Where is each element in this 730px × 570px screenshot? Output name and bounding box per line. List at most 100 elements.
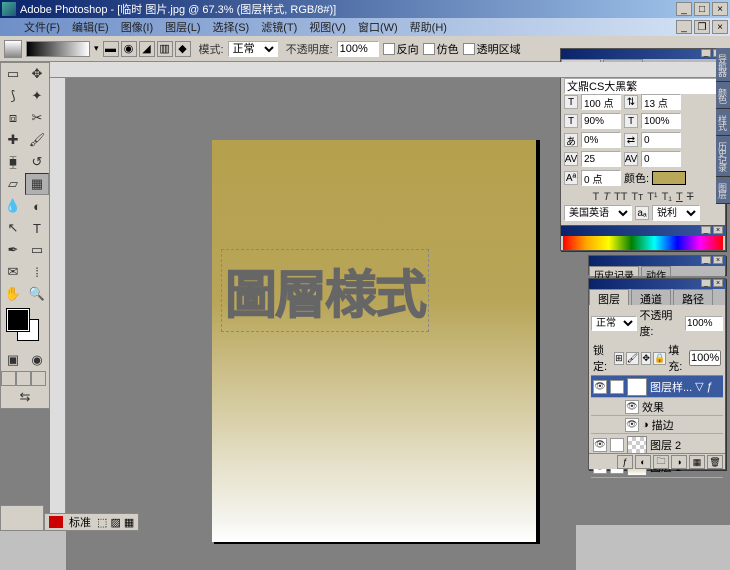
doc-minimize[interactable]: _ xyxy=(676,20,692,34)
layer-set-button[interactable]: 🗀 xyxy=(653,455,669,469)
menu-help[interactable]: 帮助(H) xyxy=(404,19,453,35)
font-size-field[interactable] xyxy=(581,94,621,110)
zoom-tool[interactable]: 🔍 xyxy=(25,283,49,305)
hand-tool[interactable]: ✋ xyxy=(1,283,25,305)
dock-navigator[interactable]: 导航器 xyxy=(716,48,730,82)
tab-channels[interactable]: 通道 xyxy=(631,289,671,305)
screen-standard-icon[interactable] xyxy=(1,371,16,386)
heal-tool[interactable]: ✚ xyxy=(1,129,25,151)
visibility-icon[interactable]: 👁 xyxy=(593,380,607,394)
baseline-field[interactable] xyxy=(581,170,621,186)
notes-tool[interactable]: ✉ xyxy=(1,261,25,283)
gradient-linear-icon[interactable]: ▬ xyxy=(103,41,119,57)
font-family-select[interactable] xyxy=(564,78,722,94)
av2-field[interactable] xyxy=(641,151,681,167)
visibility-icon[interactable]: 👁 xyxy=(625,400,639,414)
kerning-field[interactable] xyxy=(641,132,681,148)
panel-close-icon[interactable]: × xyxy=(713,256,723,264)
small-caps[interactable]: Tᴛ xyxy=(631,191,643,203)
horizontal-ruler[interactable] xyxy=(50,62,730,78)
reverse-checkbox[interactable]: 反向 xyxy=(383,41,419,57)
transparency-checkbox[interactable]: 透明区域 xyxy=(463,41,521,57)
vscale-field[interactable] xyxy=(581,113,621,129)
menu-layer[interactable]: 图层(L) xyxy=(159,19,206,35)
minimize-button[interactable]: _ xyxy=(676,2,692,16)
hscale-field[interactable] xyxy=(641,113,681,129)
layer-item[interactable]: 👁 T 图层样... ▽ ƒ xyxy=(591,376,723,398)
chevron-down-icon[interactable]: ▽ xyxy=(695,380,703,393)
new-layer-button[interactable]: ▦ xyxy=(689,455,705,469)
panel-close-icon[interactable]: × xyxy=(713,279,723,287)
all-caps[interactable]: TT xyxy=(614,191,627,203)
faux-bold[interactable]: T xyxy=(593,191,600,203)
dock-layers[interactable]: 图层 xyxy=(716,177,730,204)
canvas[interactable]: 圖層様式 xyxy=(212,140,536,542)
wand-tool[interactable]: ✦ xyxy=(25,85,49,107)
lock-paint-icon[interactable]: 🖌 xyxy=(626,352,639,365)
layer-opacity-field[interactable] xyxy=(685,316,723,331)
standard-mode-icon[interactable]: ▣ xyxy=(1,349,25,371)
tab-layers[interactable]: 图层 xyxy=(589,289,629,305)
superscript[interactable]: T¹ xyxy=(647,191,657,203)
visibility-icon[interactable]: 👁 xyxy=(593,438,607,452)
move-tool[interactable]: ✥ xyxy=(25,63,49,85)
menu-view[interactable]: 视图(V) xyxy=(303,19,352,35)
gradient-angle-icon[interactable]: ◢ xyxy=(139,41,155,57)
panel-minimize-icon[interactable]: _ xyxy=(701,49,711,57)
menu-select[interactable]: 选择(S) xyxy=(207,19,256,35)
menu-image[interactable]: 图像(I) xyxy=(115,19,159,35)
crop-tool[interactable]: ⧈ xyxy=(1,107,25,129)
layer-style-button[interactable]: ƒ xyxy=(617,455,633,469)
foreground-color[interactable] xyxy=(7,309,29,331)
close-button[interactable]: × xyxy=(712,2,728,16)
vertical-ruler[interactable] xyxy=(50,78,66,521)
color-swatches[interactable] xyxy=(5,309,45,345)
layer-mask-button[interactable]: ◐ xyxy=(635,455,651,469)
screen-full-menu-icon[interactable] xyxy=(16,371,31,386)
tab-actions[interactable]: 动作 xyxy=(641,266,671,276)
type-tool[interactable]: T xyxy=(25,217,49,239)
lock-position-icon[interactable]: ✥ xyxy=(641,352,651,365)
lock-all-icon[interactable]: 🔒 xyxy=(653,352,666,365)
eraser-tool[interactable]: ▱ xyxy=(1,173,25,195)
dodge-tool[interactable]: ◐ xyxy=(25,195,49,217)
tracking-field[interactable] xyxy=(581,132,621,148)
link-icon[interactable] xyxy=(610,380,624,394)
shape-tool[interactable]: ▭ xyxy=(25,239,49,261)
strikethrough[interactable]: T xyxy=(687,191,694,203)
panel-minimize-icon[interactable]: _ xyxy=(701,256,711,264)
delete-layer-button[interactable]: 🗑 xyxy=(707,455,723,469)
panel-close-icon[interactable]: × xyxy=(713,226,723,234)
doc-close[interactable]: × xyxy=(712,20,728,34)
language-select[interactable]: 美国英语 xyxy=(564,205,632,221)
dock-history[interactable]: 历史记录 xyxy=(716,136,730,177)
layer-blend-select[interactable]: 正常 xyxy=(591,316,637,331)
gradient-diamond-icon[interactable]: ◆ xyxy=(175,41,191,57)
slice-tool[interactable]: ✂ xyxy=(25,107,49,129)
tab-history[interactable]: 历史记录 xyxy=(589,266,639,276)
dither-checkbox[interactable]: 仿色 xyxy=(423,41,459,57)
path-tool[interactable]: ↖ xyxy=(1,217,25,239)
marquee-tool[interactable]: ▭ xyxy=(1,63,25,85)
opacity-field[interactable] xyxy=(337,41,379,57)
menu-window[interactable]: 窗口(W) xyxy=(352,19,404,35)
gradient-reflected-icon[interactable]: ▥ xyxy=(157,41,173,57)
underline[interactable]: T xyxy=(676,191,683,203)
stamp-tool[interactable]: ⧯ xyxy=(1,151,25,173)
blur-tool[interactable]: 💧 xyxy=(1,195,25,217)
av-field[interactable] xyxy=(581,151,621,167)
text-layer[interactable]: 圖層様式 xyxy=(224,252,426,329)
link-icon[interactable] xyxy=(610,438,624,452)
dock-styles[interactable]: 样式 xyxy=(716,109,730,136)
gradient-tool[interactable]: ▦ xyxy=(25,173,49,195)
layer-effect-group[interactable]: 👁 效果 xyxy=(591,398,723,416)
lasso-tool[interactable]: ⟆ xyxy=(1,85,25,107)
antialias-select[interactable]: 锐利 xyxy=(652,205,700,221)
menu-file[interactable]: 文件(F) xyxy=(18,19,66,35)
eyedropper-tool[interactable]: ⁞ xyxy=(25,261,49,283)
menu-filter[interactable]: 滤镜(T) xyxy=(255,19,303,35)
layer-fill-field[interactable] xyxy=(689,350,721,366)
dock-color[interactable]: 颜色 xyxy=(716,82,730,109)
quickmask-mode-icon[interactable]: ◉ xyxy=(25,349,49,371)
tab-paths[interactable]: 路径 xyxy=(673,289,713,305)
